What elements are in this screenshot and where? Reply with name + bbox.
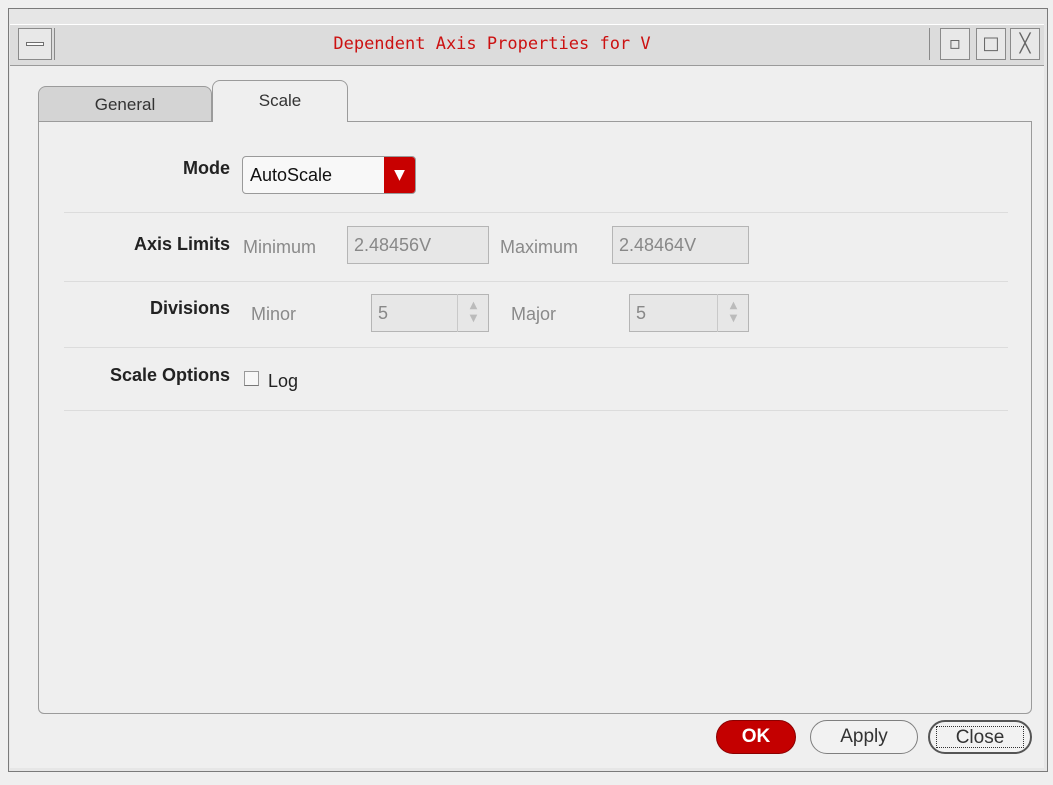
maximum-field[interactable]: 2.48464V bbox=[612, 226, 749, 264]
apply-button[interactable]: Apply bbox=[810, 720, 918, 754]
row-divider bbox=[64, 410, 1008, 411]
log-checkbox[interactable] bbox=[244, 371, 259, 386]
scale-options-label: Scale Options bbox=[109, 365, 230, 385]
chevron-down-icon[interactable]: ▼ bbox=[384, 157, 415, 193]
row-divider bbox=[64, 347, 1008, 348]
maximize-icon[interactable]: □ bbox=[976, 28, 1006, 60]
divisions-label: Divisions bbox=[149, 298, 230, 318]
tab-scale[interactable]: Scale bbox=[212, 80, 348, 122]
tab-join bbox=[213, 120, 347, 123]
close-button-focus-ring bbox=[936, 726, 1024, 748]
minor-stepper-arrows-icon[interactable]: ▲ ▼ bbox=[457, 294, 489, 332]
maximum-label: Maximum bbox=[500, 237, 579, 257]
window-menu-icon bbox=[26, 42, 44, 46]
minimum-label: Minimum bbox=[243, 237, 317, 257]
minimize-icon[interactable]: ▫ bbox=[940, 28, 970, 60]
row-divider bbox=[64, 281, 1008, 282]
window-title: Dependent Axis Properties for V bbox=[54, 28, 930, 60]
minor-label: Minor bbox=[251, 304, 297, 324]
mode-select-value: AutoScale bbox=[250, 165, 333, 185]
close-icon[interactable]: ╳ bbox=[1010, 28, 1040, 60]
log-label[interactable]: Log bbox=[268, 370, 298, 392]
ok-button[interactable]: OK bbox=[716, 720, 796, 754]
major-stepper-arrows-icon[interactable]: ▲ ▼ bbox=[717, 294, 749, 332]
mode-label: Mode bbox=[183, 158, 230, 178]
major-label: Major bbox=[511, 304, 557, 324]
tab-general[interactable]: General bbox=[38, 86, 212, 122]
axis-limits-label: Axis Limits bbox=[133, 234, 230, 254]
row-divider bbox=[64, 212, 1008, 213]
minimum-field[interactable]: 2.48456V bbox=[347, 226, 489, 264]
tab-panel-scale bbox=[38, 121, 1032, 714]
